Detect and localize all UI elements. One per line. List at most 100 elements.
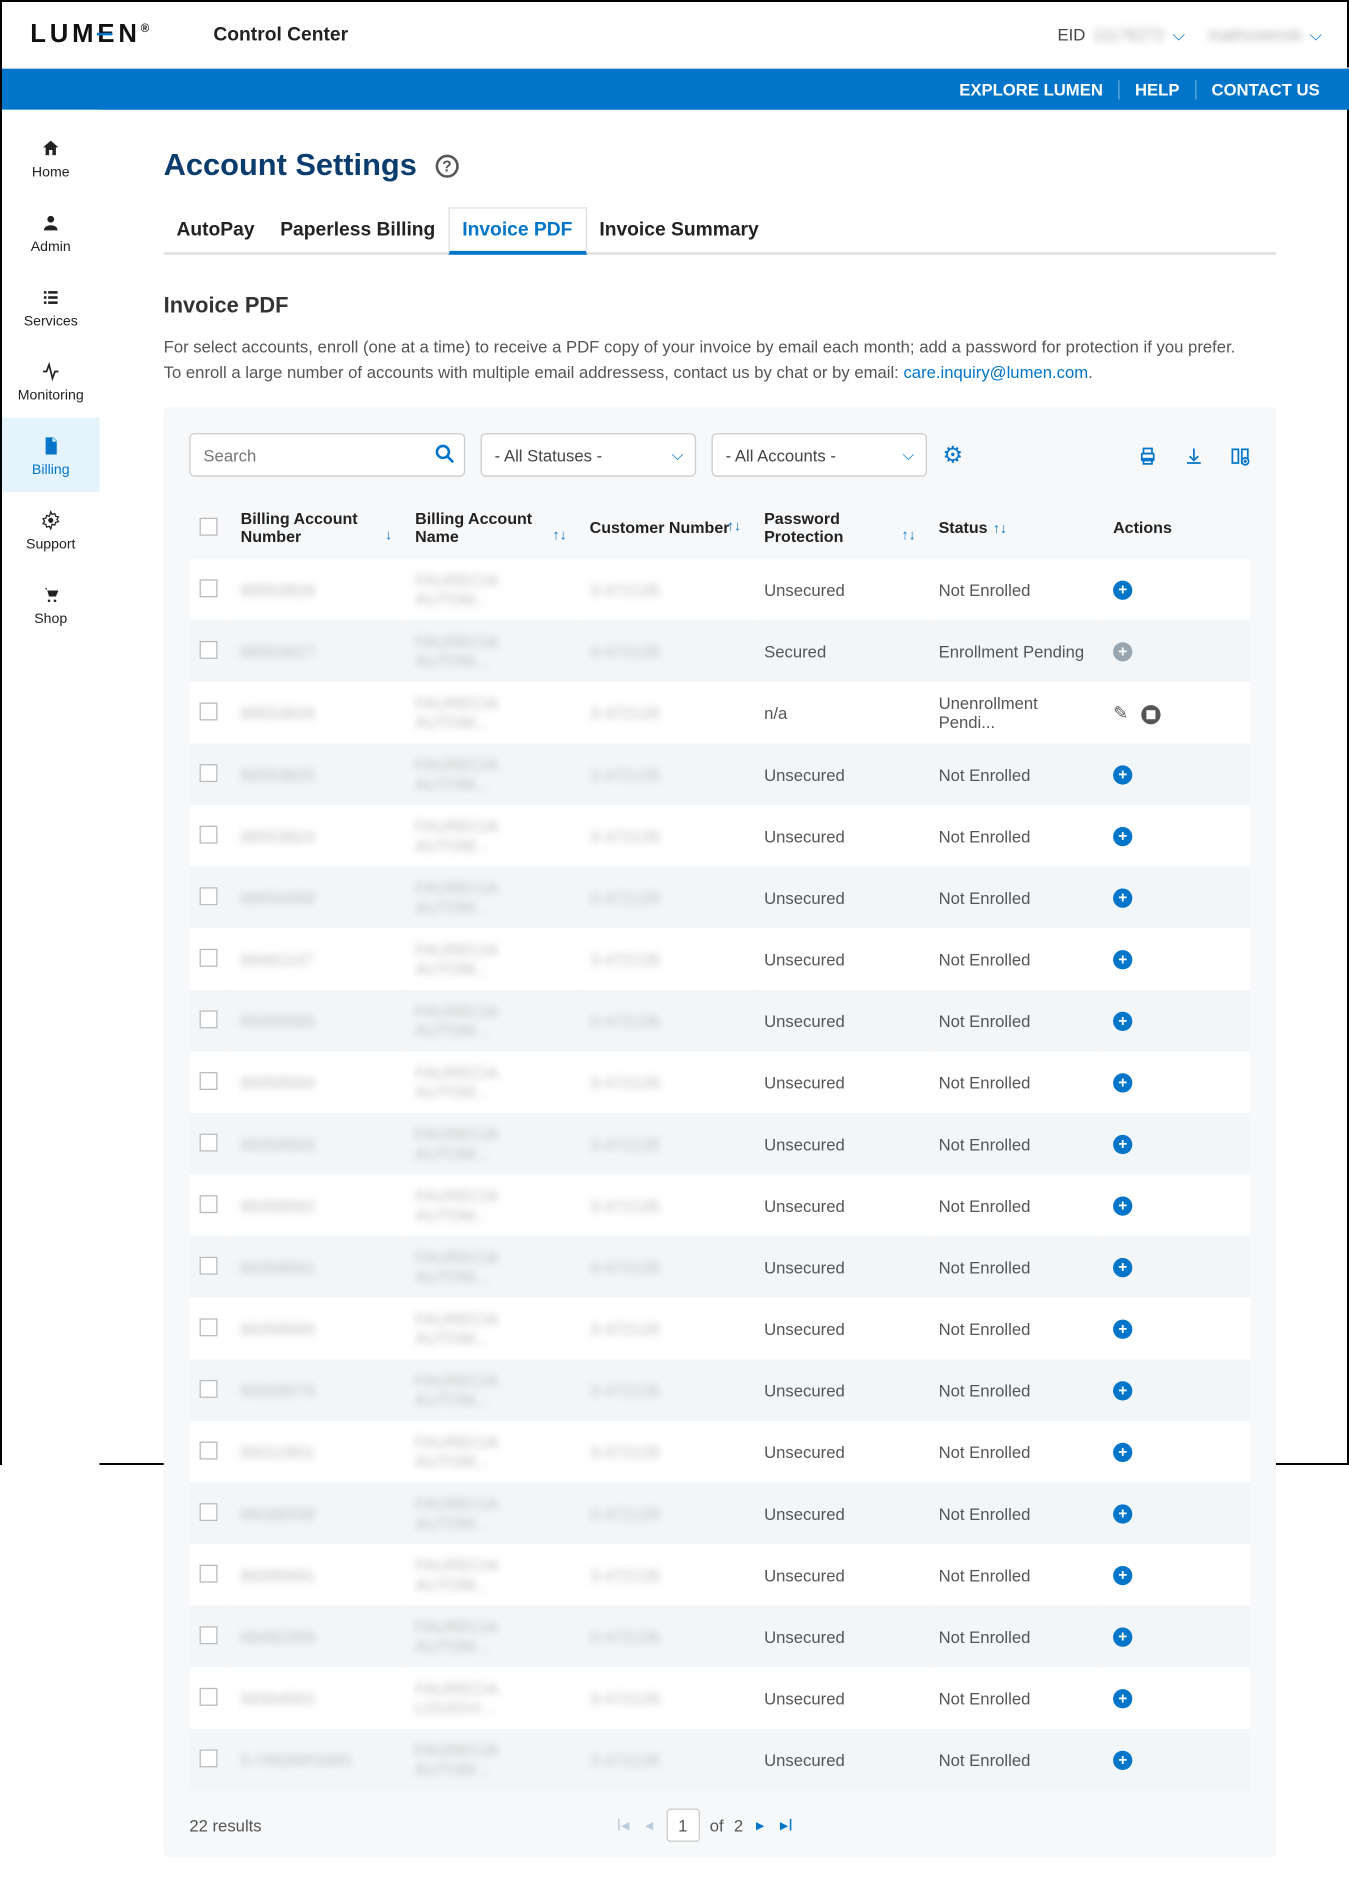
add-icon[interactable]: + [1113, 1381, 1132, 1400]
home-icon [2, 134, 100, 160]
cart-icon [2, 581, 100, 607]
th-name[interactable]: Billing Account Name↑↓ [405, 497, 579, 559]
page-prev-button[interactable]: ◂ [642, 1815, 656, 1836]
sidebar-item-home[interactable]: Home [2, 120, 100, 194]
page-last-button[interactable]: ▸I [777, 1815, 795, 1836]
invoice-table: Billing Account Number↓ Billing Account … [189, 497, 1250, 1790]
add-icon[interactable]: + [1113, 642, 1132, 661]
row-checkbox[interactable] [200, 887, 218, 905]
table-row: 89358581FAURECIA AUTOM...3-472135Unsecur… [189, 1236, 1250, 1298]
row-checkbox[interactable] [200, 1379, 218, 1397]
table-row: 89168338FAURECIA AUTOM...3-472135Unsecur… [189, 1483, 1250, 1545]
care-email-link[interactable]: care.inquiry@lumen.com [903, 362, 1088, 381]
status-dropdown[interactable]: - All Statuses -⌵ [481, 433, 697, 477]
content: Account Settings ? AutoPayPaperless Bill… [100, 110, 1349, 1883]
add-icon[interactable]: + [1113, 1319, 1132, 1338]
row-checkbox[interactable] [200, 763, 218, 781]
row-checkbox[interactable] [200, 1502, 218, 1520]
row-checkbox[interactable] [200, 1195, 218, 1213]
search-icon[interactable] [434, 442, 455, 465]
row-checkbox[interactable] [200, 825, 218, 843]
sort-icon: ↑↓ [552, 528, 566, 543]
tab-invoice-summary[interactable]: Invoice Summary [587, 209, 772, 251]
cell-cust: 3-472135 [590, 1319, 661, 1338]
search-input[interactable] [189, 433, 465, 477]
add-icon[interactable]: + [1113, 888, 1132, 907]
download-icon[interactable] [1184, 442, 1205, 468]
cell-cust: 3-472135 [590, 888, 661, 907]
cell-cust: 3-472135 [590, 1257, 661, 1276]
add-icon[interactable]: + [1113, 765, 1132, 784]
explore-link[interactable]: EXPLORE LUMEN [944, 80, 1118, 99]
row-checkbox[interactable] [200, 640, 218, 658]
add-icon[interactable]: + [1113, 1689, 1132, 1708]
th-ban[interactable]: Billing Account Number↓ [230, 497, 404, 559]
add-icon[interactable]: + [1113, 1258, 1132, 1277]
row-checkbox[interactable] [200, 1687, 218, 1705]
row-checkbox[interactable] [200, 1318, 218, 1336]
add-icon[interactable]: + [1113, 827, 1132, 846]
row-checkbox[interactable] [200, 1564, 218, 1582]
user-dropdown[interactable]: mathusiensk ⌵ [1208, 24, 1322, 45]
add-icon[interactable]: + [1113, 1196, 1132, 1215]
add-icon[interactable]: + [1113, 1566, 1132, 1585]
th-select[interactable] [189, 497, 230, 559]
row-checkbox[interactable] [200, 1441, 218, 1459]
add-icon[interactable]: + [1113, 1073, 1132, 1092]
help-icon[interactable]: ? [435, 155, 458, 178]
columns-icon[interactable] [1230, 442, 1251, 468]
add-icon[interactable]: + [1113, 1442, 1132, 1461]
select-all-checkbox[interactable] [200, 517, 218, 535]
th-pp[interactable]: Password Protection↑↓ [754, 497, 928, 559]
cell-ban: 89553827 [241, 642, 315, 661]
sidebar-item-admin[interactable]: Admin [2, 194, 100, 268]
sidebar-item-services[interactable]: Services [2, 269, 100, 343]
gear-icon[interactable]: ⚙ [942, 441, 963, 468]
add-icon[interactable]: + [1113, 1135, 1132, 1154]
print-icon[interactable] [1137, 442, 1158, 468]
page-next-button[interactable]: ▸ [753, 1815, 767, 1836]
row-checkbox[interactable] [200, 1256, 218, 1274]
page-first-button[interactable]: I◂ [614, 1815, 632, 1836]
table-row: 89358582FAURECIA AUTOM...3-472135Unsecur… [189, 1175, 1250, 1237]
sidebar-item-billing[interactable]: Billing [2, 418, 100, 492]
accounts-dropdown[interactable]: - All Accounts -⌵ [711, 433, 927, 477]
row-checkbox[interactable] [200, 1133, 218, 1151]
eid-dropdown[interactable]: EID 11176272 ⌵ [1058, 24, 1186, 45]
sidebar-item-support[interactable]: Support [2, 492, 100, 566]
cell-pp: Unsecured [764, 1504, 845, 1523]
stop-icon[interactable] [1141, 704, 1160, 723]
row-checkbox[interactable] [200, 702, 218, 720]
add-icon[interactable]: + [1113, 580, 1132, 599]
cell-cust: 3-472135 [590, 580, 661, 599]
sidebar-item-shop[interactable]: Shop [2, 567, 100, 641]
row-checkbox[interactable] [200, 1071, 218, 1089]
cell-pp: n/a [764, 703, 787, 722]
tab-autopay[interactable]: AutoPay [164, 209, 268, 251]
contact-link[interactable]: CONTACT US [1195, 80, 1335, 99]
row-checkbox[interactable] [200, 948, 218, 966]
th-status[interactable]: Status↑↓ [928, 497, 1102, 559]
add-icon[interactable]: + [1113, 1627, 1132, 1646]
sidebar-item-monitoring[interactable]: Monitoring [2, 343, 100, 417]
cell-ban: 5-YRDNPGMS [241, 1750, 352, 1769]
row-checkbox[interactable] [200, 579, 218, 597]
cell-status: Not Enrolled [939, 580, 1031, 599]
cell-ban: 89553824 [241, 826, 315, 845]
add-icon[interactable]: + [1113, 1504, 1132, 1523]
cell-status: Not Enrolled [939, 1196, 1031, 1215]
tab-paperless-billing[interactable]: Paperless Billing [267, 209, 448, 251]
add-icon[interactable]: + [1113, 1011, 1132, 1030]
th-cust[interactable]: Customer Number↑↓ [579, 497, 753, 559]
cell-cust: 3-472135 [590, 826, 661, 845]
row-checkbox[interactable] [200, 1626, 218, 1644]
add-icon[interactable]: + [1113, 1750, 1132, 1769]
cell-ban: 58304502 [241, 1689, 315, 1708]
row-checkbox[interactable] [200, 1010, 218, 1028]
row-checkbox[interactable] [200, 1749, 218, 1767]
tab-invoice-pdf[interactable]: Invoice PDF [448, 207, 586, 254]
add-icon[interactable]: + [1113, 950, 1132, 969]
sidebar-item-label: Monitoring [18, 388, 84, 403]
help-link[interactable]: HELP [1118, 80, 1195, 99]
edit-icon[interactable]: ✎ [1113, 702, 1134, 723]
